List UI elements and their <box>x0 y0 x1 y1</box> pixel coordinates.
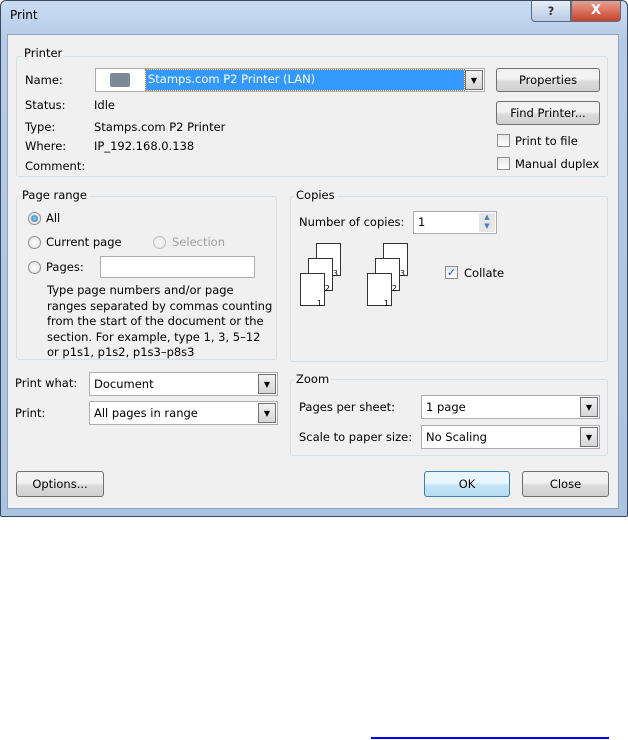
pages-per-sheet-value: 1 page <box>426 400 466 414</box>
selection-radio[interactable] <box>153 236 166 249</box>
help-line: from the start of the document or the <box>47 314 264 328</box>
pages-input[interactable] <box>100 256 255 278</box>
collate-label[interactable]: Collate <box>464 266 504 280</box>
all-radio[interactable] <box>28 212 41 225</box>
help-line: or p1s1, p1s2, p1s3–p8s3 <box>47 345 195 359</box>
help-line: ranges separated by commas counting <box>47 298 273 313</box>
window-title: Print <box>10 8 38 22</box>
selection-label: Selection <box>172 235 225 249</box>
print-what-label: Print what: <box>15 376 78 390</box>
status-label: Status: <box>25 98 66 112</box>
pages-label[interactable]: Pages: <box>46 260 84 274</box>
print-what-select[interactable]: Document ▼ <box>89 372 278 396</box>
type-label: Type: <box>25 120 56 134</box>
number-of-copies-label: Number of copies: <box>299 215 405 229</box>
help-button[interactable]: ? <box>531 1 571 22</box>
manual-duplex-checkbox[interactable] <box>497 157 510 170</box>
scale-select[interactable]: No Scaling ▼ <box>421 425 600 449</box>
scale-label: Scale to paper size: <box>299 430 413 444</box>
page-range-help: Type page numbers and/or page ranges sep… <box>47 283 272 361</box>
zoom-label: Zoom <box>294 372 332 386</box>
manual-duplex-label[interactable]: Manual duplex <box>515 157 599 171</box>
status-value: Idle <box>94 98 115 112</box>
copies-value: 1 <box>418 215 426 229</box>
collate-checkbox[interactable]: ✓ <box>445 266 458 279</box>
comment-label: Comment: <box>25 159 86 173</box>
spin-down-icon[interactable]: ▼ <box>479 222 495 232</box>
collated-pages-icon: 3 2 1 <box>367 243 427 308</box>
chevron-down-icon[interactable]: ▼ <box>465 70 483 90</box>
chevron-down-icon[interactable]: ▼ <box>580 427 598 447</box>
print-to-file-label[interactable]: Print to file <box>515 134 578 148</box>
printer-name-select[interactable]: Stamps.com P2 Printer (LAN) ▼ <box>95 68 485 92</box>
type-value: Stamps.com P2 Printer <box>94 120 226 134</box>
options-button[interactable]: Options... <box>16 471 104 497</box>
help-line: section. For example, type 1, 3, 5–12 <box>47 329 261 344</box>
print-what-value: Document <box>94 377 154 391</box>
chevron-down-icon[interactable]: ▼ <box>258 403 276 423</box>
properties-button[interactable]: Properties <box>496 68 600 92</box>
link-underline <box>371 737 609 739</box>
scale-value: No Scaling <box>426 430 487 444</box>
copies-label: Copies <box>294 188 337 202</box>
find-printer-button[interactable]: Find Printer... <box>496 101 600 125</box>
print-to-file-checkbox[interactable] <box>497 134 510 147</box>
print-value: All pages in range <box>94 406 198 420</box>
close-window-button[interactable]: X <box>571 1 621 22</box>
current-page-label[interactable]: Current page <box>46 235 122 249</box>
all-label[interactable]: All <box>46 211 60 225</box>
help-icon: ? <box>547 4 555 18</box>
close-button[interactable]: Close <box>522 471 609 497</box>
print-select[interactable]: All pages in range ▼ <box>89 401 278 425</box>
page-icon: 1 <box>300 273 325 308</box>
chevron-down-icon[interactable]: ▼ <box>580 397 598 417</box>
pages-per-sheet-label: Pages per sheet: <box>299 400 396 414</box>
chevron-down-icon[interactable]: ▼ <box>258 374 276 394</box>
collated-pages-icon: 3 2 1 <box>300 243 360 308</box>
name-label: Name: <box>25 73 63 87</box>
printer-icon <box>110 73 130 87</box>
printer-name-value: Stamps.com P2 Printer (LAN) <box>145 69 465 91</box>
help-line: Type page numbers and/or page <box>47 283 234 297</box>
current-page-radio[interactable] <box>28 236 41 249</box>
print-label: Print: <box>15 406 46 420</box>
printer-group-label: Printer <box>22 46 65 60</box>
where-value: IP_192.168.0.138 <box>94 139 195 153</box>
page-range-label: Page range <box>20 188 89 202</box>
pages-per-sheet-select[interactable]: 1 page ▼ <box>421 395 600 419</box>
page-icon: 1 <box>367 273 392 308</box>
ok-button[interactable]: OK <box>424 471 510 497</box>
pages-radio[interactable] <box>28 261 41 274</box>
copies-spinner[interactable]: 1 ▲ ▼ <box>413 211 497 234</box>
where-label: Where: <box>25 139 67 153</box>
